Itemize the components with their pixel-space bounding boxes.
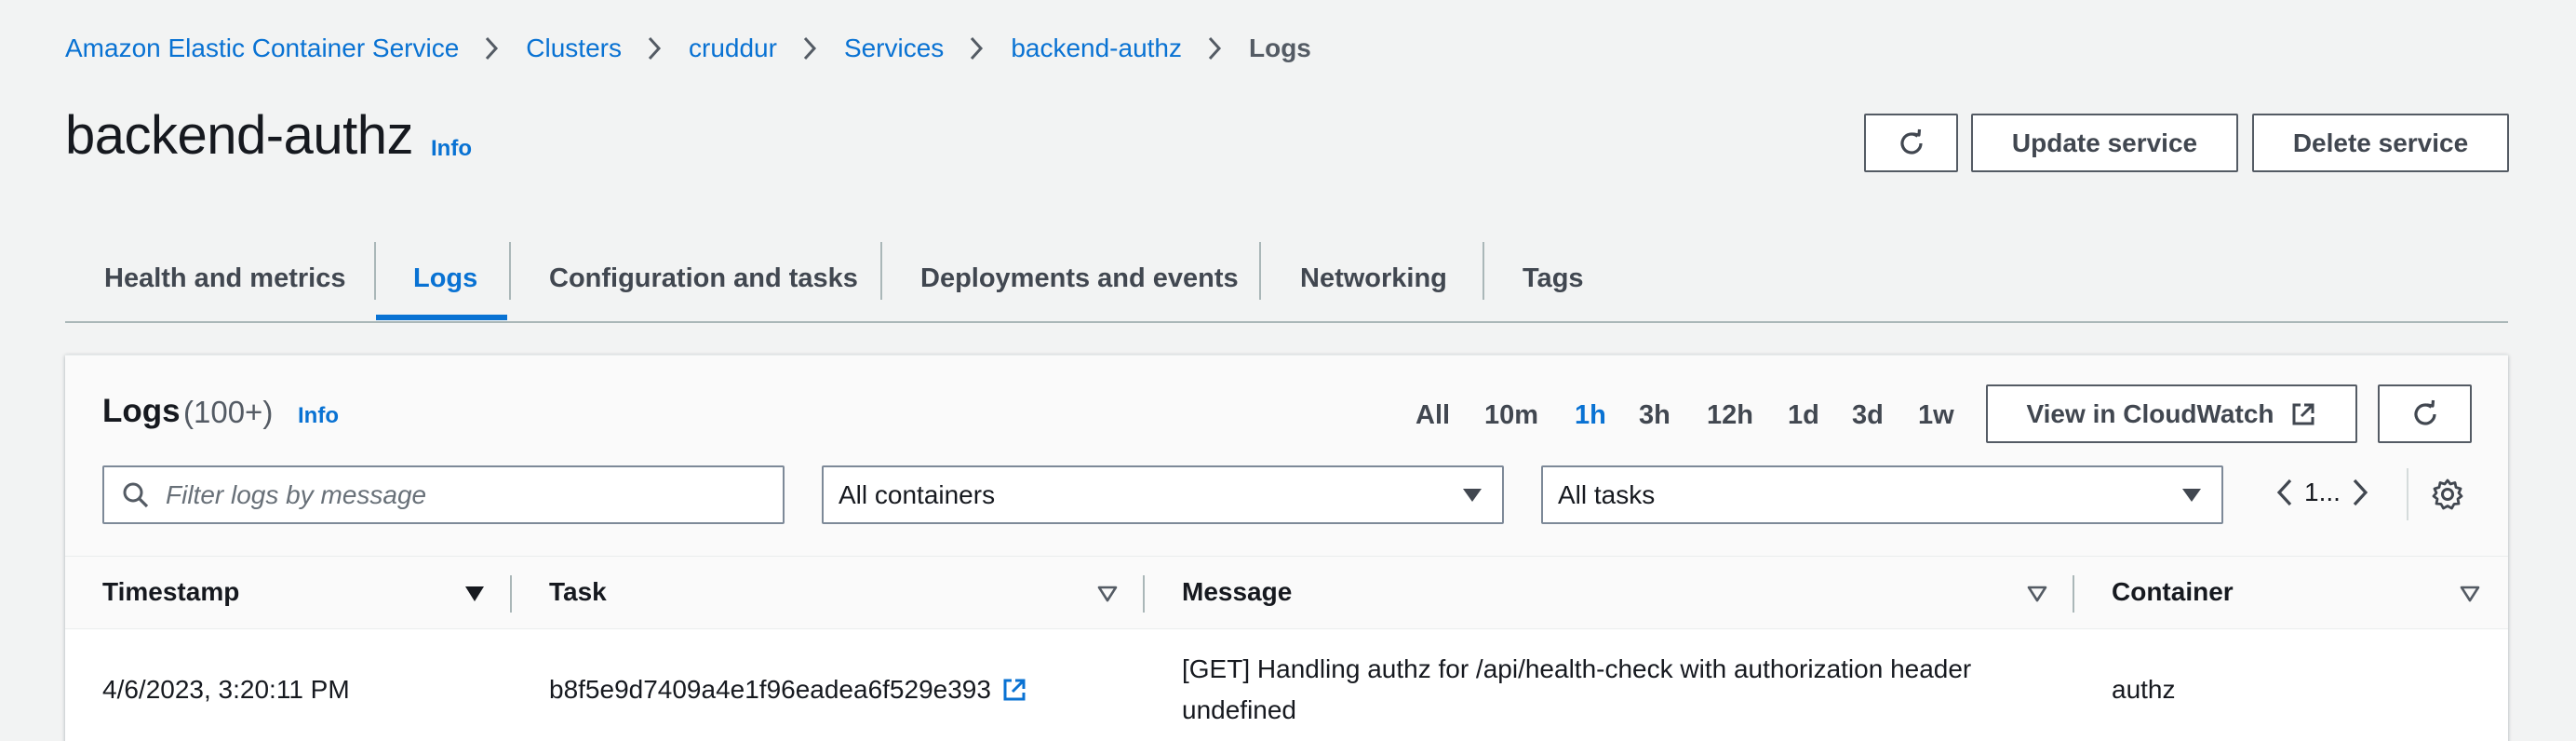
column-resizer[interactable] [510, 575, 512, 613]
logs-table-header: Timestamp Task Message Container [65, 557, 2508, 629]
logs-count: (100+) [183, 395, 274, 429]
range-3h[interactable]: 3h [1639, 400, 1670, 431]
caret-down-icon [2182, 489, 2201, 502]
sort-icon[interactable] [1096, 585, 1119, 603]
filter-logs-placeholder: Filter logs by message [166, 479, 427, 509]
view-in-cloudwatch-label: View in CloudWatch [2026, 398, 2274, 428]
settings-gear-icon[interactable] [2431, 478, 2464, 511]
toolbar-divider [2407, 468, 2408, 520]
refresh-icon [2413, 399, 2436, 425]
logs-table-body: 4/6/2023, 3:20:11 PM b8f5e9d7409a4e1f96e… [65, 630, 2508, 741]
task-link[interactable]: b8f5e9d7409a4e1f96eadea6f529e393 [549, 669, 1028, 710]
delete-service-button[interactable]: Delete service [2252, 114, 2509, 172]
search-icon [123, 482, 149, 507]
breadcrumb-service[interactable]: backend-authz [1011, 34, 1182, 63]
active-tab-indicator [376, 315, 507, 320]
cell-message-line2: undefined [1182, 695, 1297, 724]
external-link-icon [1003, 679, 1026, 701]
column-resizer[interactable] [2073, 575, 2074, 613]
containers-select-value: All containers [839, 479, 996, 509]
logs-refresh-button[interactable] [2378, 384, 2472, 443]
refresh-button[interactable] [1864, 114, 1958, 172]
range-all[interactable]: All [1415, 400, 1450, 431]
logs-heading: Logs [102, 393, 181, 429]
range-12h[interactable]: 12h [1707, 400, 1753, 431]
chevron-right-icon [801, 32, 818, 65]
chevron-right-icon [646, 32, 663, 65]
column-resizer[interactable] [1143, 575, 1145, 613]
logs-panel-header: Logs (100+) Info All 10m 1h 3h 12h 1d 3d… [65, 356, 2508, 557]
column-header-task[interactable]: Task [549, 577, 607, 607]
refresh-icon [1899, 128, 1923, 155]
tab-divider [1259, 242, 1261, 300]
pagination: 1... [2274, 477, 2370, 508]
sort-icon[interactable] [2026, 585, 2048, 603]
chevron-right-icon [968, 32, 985, 65]
tab-divider [880, 242, 882, 300]
column-header-message[interactable]: Message [1182, 577, 1292, 607]
logs-panel: Logs (100+) Info All 10m 1h 3h 12h 1d 3d… [65, 355, 2508, 741]
tab-divider [374, 242, 376, 300]
range-1w[interactable]: 1w [1918, 400, 1954, 431]
range-1d[interactable]: 1d [1788, 400, 1819, 431]
tab-divider [1483, 242, 1484, 300]
cell-container: authz [2112, 675, 2176, 704]
chevron-left-icon[interactable] [2274, 477, 2295, 508]
tab-deployments-and-events[interactable]: Deployments and events [920, 236, 1239, 321]
tab-configuration-and-tasks[interactable]: Configuration and tasks [549, 236, 858, 321]
column-header-container[interactable]: Container [2112, 577, 2234, 607]
chevron-right-icon[interactable] [2350, 477, 2370, 508]
view-in-cloudwatch-button[interactable]: View in CloudWatch [1986, 384, 2357, 443]
tab-networking[interactable]: Networking [1300, 236, 1447, 321]
breadcrumb-services[interactable]: Services [844, 34, 944, 63]
page-number[interactable]: 1... [2304, 478, 2341, 507]
containers-select[interactable]: All containers [822, 465, 1504, 524]
sort-descending-icon[interactable] [463, 585, 486, 603]
filter-logs-input[interactable]: Filter logs by message [102, 465, 785, 524]
tab-logs[interactable]: Logs [413, 236, 477, 321]
task-id: b8f5e9d7409a4e1f96eadea6f529e393 [549, 675, 991, 704]
breadcrumb-cluster[interactable]: cruddur [689, 34, 777, 63]
tasks-select-value: All tasks [1558, 479, 1656, 509]
update-service-button[interactable]: Update service [1971, 114, 2238, 172]
breadcrumb-current: Logs [1249, 34, 1311, 62]
breadcrumb-clusters[interactable]: Clusters [526, 34, 622, 63]
range-10m[interactable]: 10m [1484, 400, 1538, 431]
column-header-timestamp[interactable]: Timestamp [102, 577, 239, 607]
range-3d[interactable]: 3d [1852, 400, 1884, 431]
tab-health-and-metrics[interactable]: Health and metrics [104, 236, 345, 321]
tab-divider [509, 242, 511, 300]
cell-timestamp: 4/6/2023, 3:20:11 PM [102, 675, 350, 704]
range-1h[interactable]: 1h [1575, 400, 1606, 431]
cell-message-line1: [GET] Handling authz for /api/health-che… [1182, 654, 1972, 683]
external-link-icon [2292, 403, 2314, 424]
caret-down-icon [1463, 489, 1482, 502]
logs-info-link[interactable]: Info [298, 403, 339, 429]
breadcrumb-ecs[interactable]: Amazon Elastic Container Service [65, 34, 459, 63]
breadcrumb: Amazon Elastic Container Service Cluster… [65, 32, 1311, 65]
tab-bar: Health and metrics Logs Configuration an… [65, 236, 2508, 323]
sort-icon[interactable] [2459, 585, 2481, 603]
chevron-right-icon [483, 32, 500, 65]
tab-tags[interactable]: Tags [1523, 236, 1584, 321]
page-title: backend-authz [65, 105, 413, 166]
chevron-right-icon [1206, 32, 1223, 65]
info-link[interactable]: Info [431, 136, 472, 162]
tasks-select[interactable]: All tasks [1541, 465, 2223, 524]
